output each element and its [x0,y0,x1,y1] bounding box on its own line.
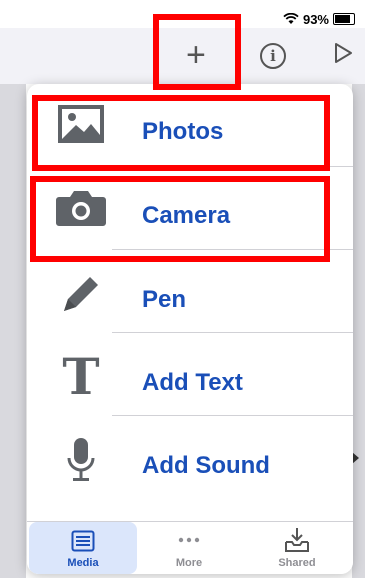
tab-label: Shared [278,557,316,569]
battery-icon [333,13,355,25]
menu-item-label: Pen [142,286,187,313]
tab-shared[interactable]: Shared [243,522,351,574]
media-icon [71,530,95,552]
pen-icon [55,268,107,320]
menu-item-add-sound[interactable]: Add Sound [27,416,353,499]
tab-label: Media [67,557,99,569]
ellipsis-icon [178,537,200,543]
highlight-box [153,14,241,90]
play-icon[interactable] [333,42,353,64]
disclosure-arrow-icon [352,452,359,464]
microphone-icon [55,434,107,486]
menu-item-pen[interactable]: Pen [27,250,353,333]
highlight-box [32,95,330,171]
tab-bar: Media More Shared [27,521,353,574]
shared-tray-icon [285,528,309,552]
info-icon[interactable]: i [260,43,286,69]
text-icon: T [62,347,100,406]
tab-more[interactable]: More [135,522,243,574]
highlight-box [30,176,330,262]
menu-item-label: Add Text [142,369,243,396]
wifi-icon [283,13,299,24]
status-bar: 93% [283,10,355,28]
menu-item-label: Add Sound [142,452,270,479]
menu-item-add-text[interactable]: T Add Text [27,333,353,416]
tab-media[interactable]: Media [29,522,137,574]
battery-percentage: 93% [302,11,329,27]
background-panel [352,84,365,578]
tab-label: More [175,557,203,569]
background-panel [0,84,26,578]
